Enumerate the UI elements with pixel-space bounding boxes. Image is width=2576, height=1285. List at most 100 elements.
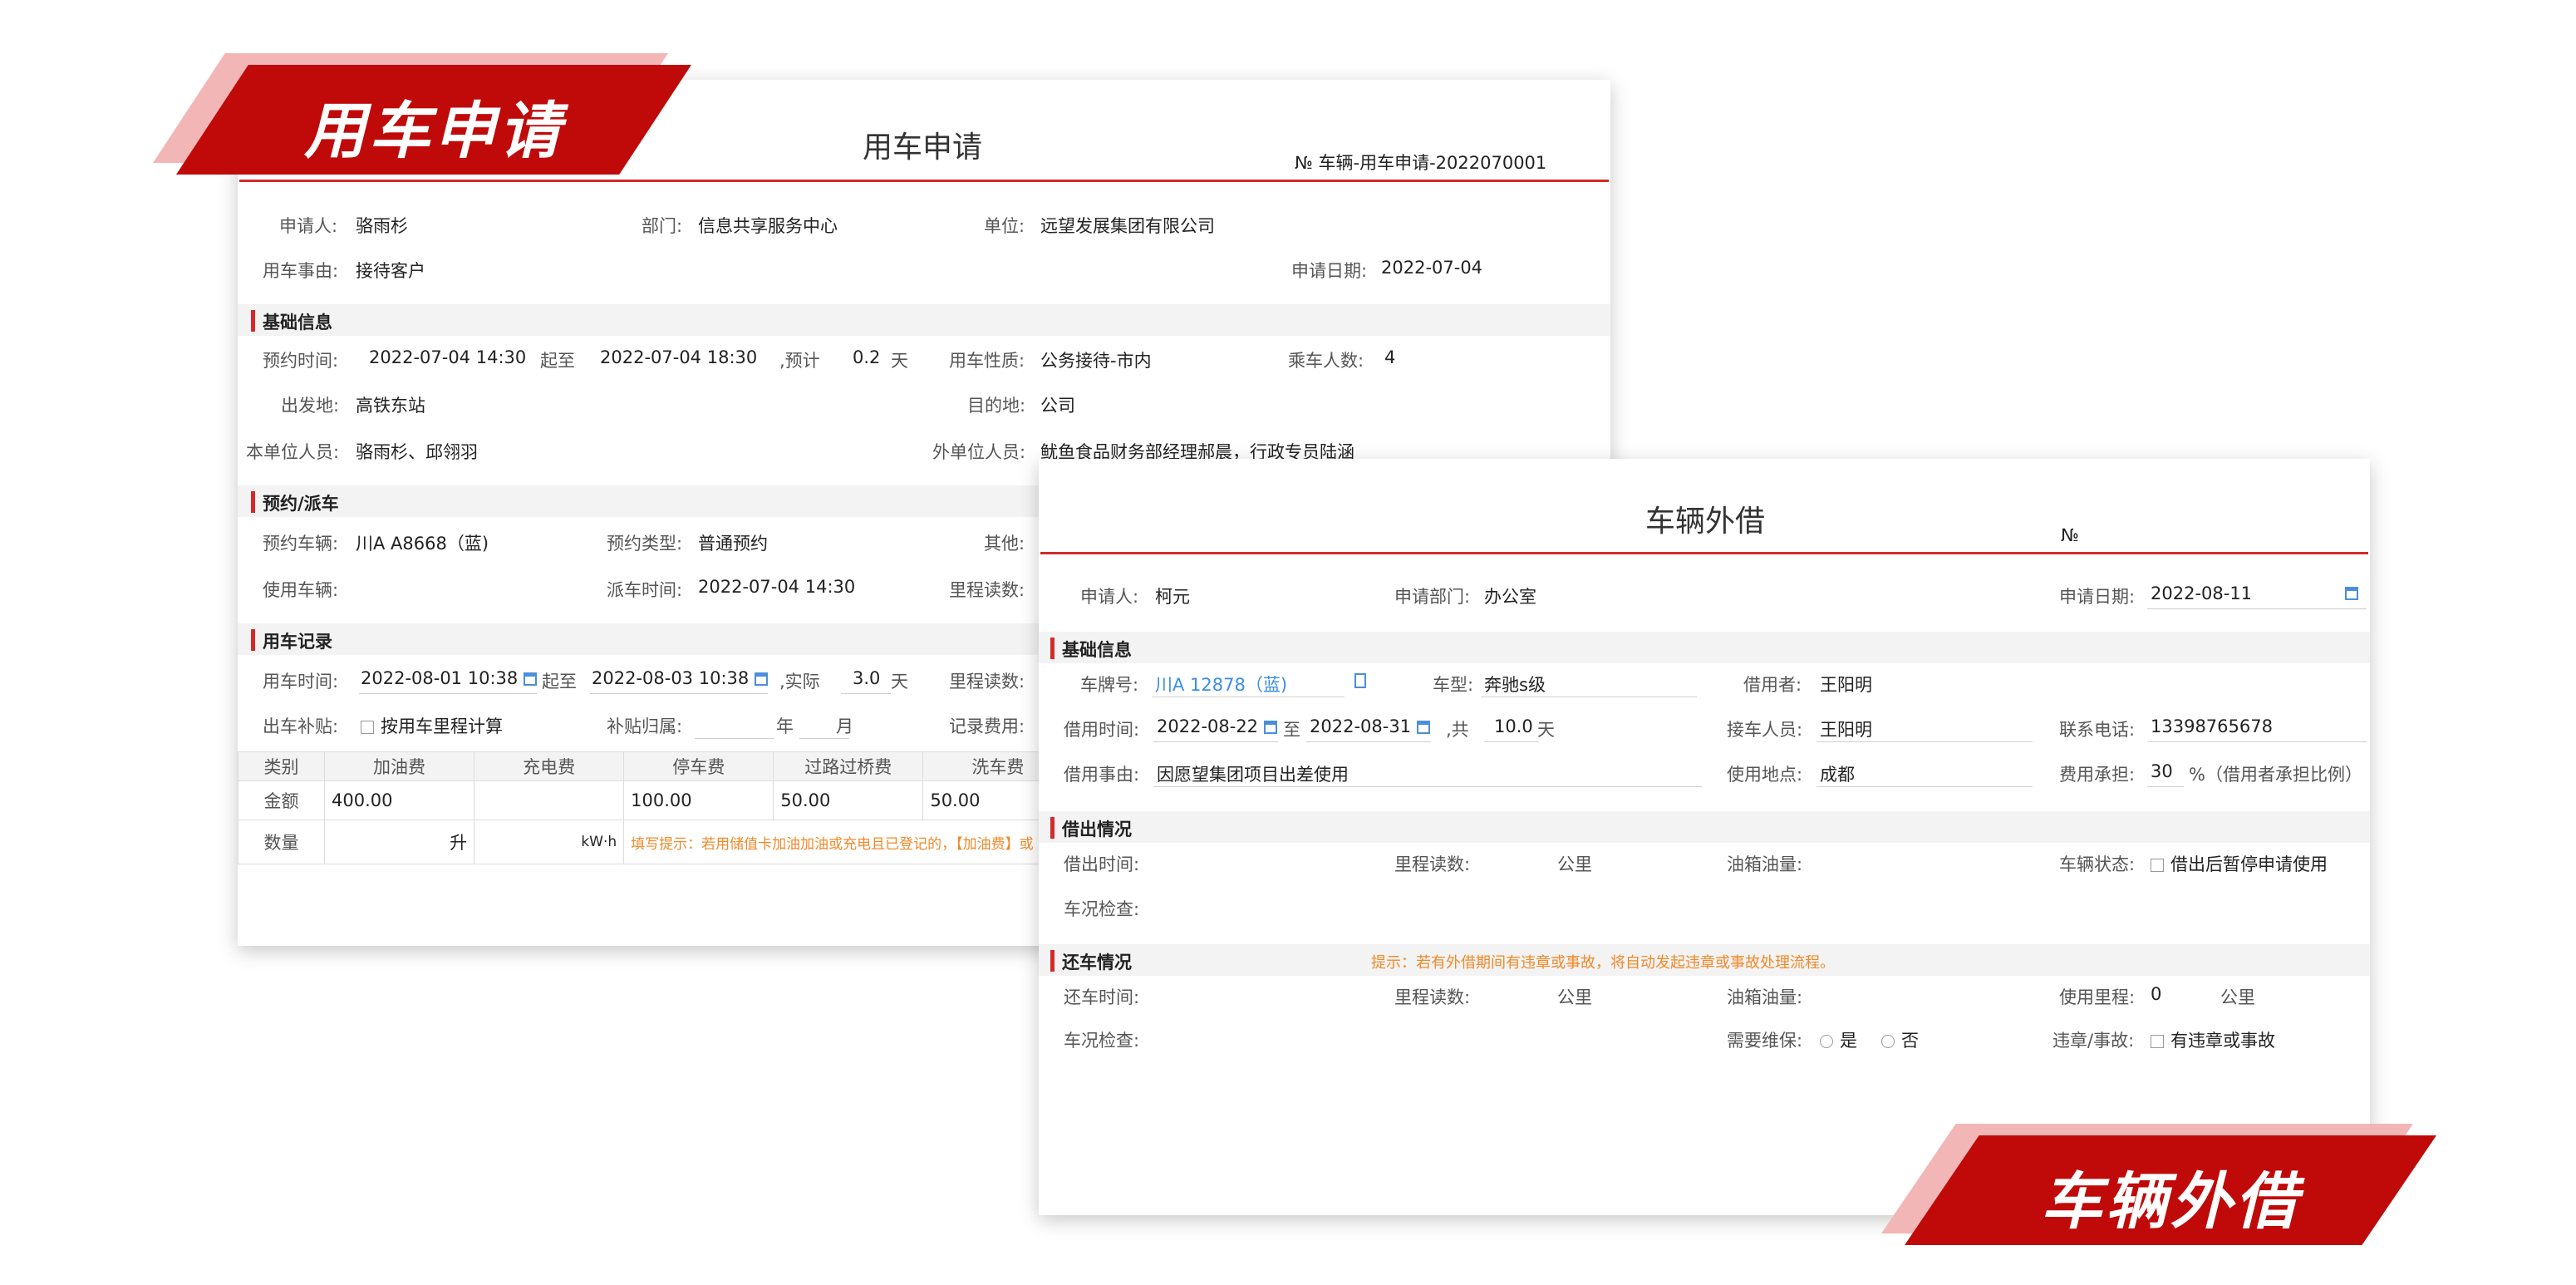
dispatch-time-value[interactable]: 2022-07-04 14:30 [698,577,855,597]
radio-icon[interactable] [1881,1035,1895,1048]
input-underline [1816,741,2033,742]
nature-value[interactable]: 公务接待-市内 [1040,347,1152,372]
apply-date-value[interactable]: 2022-08-11 [2151,583,2252,603]
use-end-input[interactable]: 2022-08-03 10:38 [592,668,768,688]
section-basic-info: 基础信息 [1050,637,1132,662]
unit-liter: 升 [450,833,468,853]
lend-mileage-label: 里程读数: [1394,854,1471,874]
km-unit-3: 公里 [2220,987,2255,1007]
use-start-text: 2022-08-01 10:38 [361,668,519,688]
dest-value[interactable]: 公司 [1040,392,1075,417]
input-underline [1484,741,1539,742]
form-title: 车辆外借 [1645,505,1766,539]
receiver-value[interactable]: 王阳明 [1820,716,1872,741]
reason-label: 用车事由: [263,261,339,281]
fuel-fee-input[interactable]: 400.00 [324,780,475,820]
phone-value[interactable]: 13398765678 [2151,716,2273,736]
violation-check-text: 有违章或事故 [2170,1031,2275,1051]
from-to-text-2: 起至 [542,672,577,692]
charge-fee-input[interactable] [474,780,625,820]
maintenance-yes-radio[interactable]: 是 [1820,1027,1857,1052]
calendar-icon[interactable] [1263,721,1277,734]
dispatch-time-label: 派车时间: [607,580,683,600]
input-underline [359,693,537,694]
borrower-value[interactable]: 王阳明 [1820,672,1872,697]
month-input[interactable] [799,738,849,739]
use-time-label: 用车时间: [263,672,339,692]
purpose-label: 借用事由: [1064,765,1140,785]
input-underline [1306,741,1431,742]
year-input[interactable] [695,738,774,739]
subsidy-owner-label: 补贴归属: [607,716,683,736]
depart-label: 出发地: [281,396,340,416]
checkbox-icon[interactable] [2151,1035,2164,1048]
actual-text: ,实际 [779,672,820,692]
maintenance-no-radio[interactable]: 否 [1881,1027,1919,1052]
input-underline [2147,786,2184,787]
section-return: 还车情况 [1050,949,1132,974]
ribbon-label: 用车申请 [304,96,563,167]
document-number: № 车辆-用车申请-2022070001 [1295,153,1547,173]
radio-icon[interactable] [1820,1035,1833,1048]
estimate-text: ,预计 [779,351,820,371]
reason-value: 接待客户 [356,261,425,281]
borrow-end-text: 2022-08-31 [1310,716,1412,736]
km-unit: 公里 [1557,854,1592,874]
model-value[interactable]: 奔驰s级 [1484,672,1546,697]
ribbon-vehicle-request: 用车申请 [153,53,691,175]
ribbon-vehicle-lend: 车辆外借 [1881,1124,2436,1245]
cost-value[interactable]: 30 [2151,761,2173,781]
checkbox-icon[interactable] [2151,859,2164,872]
input-underline [1816,786,2033,787]
day-unit: 天 [891,351,908,371]
calendar-icon[interactable] [754,672,768,686]
document-number: № [2061,525,2079,545]
total-days-input[interactable]: 10.0 [1494,716,1533,736]
actual-days-input[interactable]: 3.0 [853,668,880,688]
purpose-value[interactable]: 因愿望集团项目出差使用 [1157,761,1349,786]
section-basic-info: 基础信息 [251,309,332,334]
dept-value: 信息共享服务中心 [698,216,838,236]
charge-qty-input[interactable]: kW·h [474,820,625,864]
calendar-icon[interactable] [523,672,537,686]
plate-value[interactable]: 川A 12878（蓝) [1155,672,1287,697]
plate-label: 车牌号: [1080,675,1139,695]
section-bar-basic [238,304,1610,336]
mileage-label-2: 里程读数: [949,672,1025,692]
book-end-input[interactable]: 2022-07-04 18:30 [600,347,757,367]
use-start-input[interactable]: 2022-08-01 10:38 [361,668,537,688]
status-checkbox[interactable]: 借出后暂停申请使用 [2151,851,2328,876]
book-start-input[interactable]: 2022-07-04 14:30 [369,347,526,367]
checkbox-icon[interactable] [361,721,374,734]
violation-checkbox[interactable]: 有违章或事故 [2151,1027,2275,1052]
estimate-days-input[interactable]: 0.2 [853,347,880,367]
fee-header: 停车费 [623,751,774,781]
title-divider [1040,552,2368,554]
used-mileage-value: 0 [2151,984,2162,1004]
section-booking: 预约/派车 [251,490,339,515]
borrow-end-input[interactable]: 2022-08-31 [1310,716,1430,736]
input-underline [590,693,768,694]
calendar-icon[interactable] [1416,721,1430,734]
select-vehicle-icon[interactable] [1354,673,1366,688]
book-vehicle-value[interactable]: 川A A8668（蓝) [356,530,489,555]
passengers-label: 乘车人数: [1288,351,1364,371]
subsidy-checkbox[interactable]: 按用车里程计算 [361,713,503,738]
passengers-value[interactable]: 4 [1384,347,1395,367]
model-label: 车型: [1433,675,1474,695]
fuel-qty-input[interactable]: 升 [324,820,475,864]
borrow-start-input[interactable]: 2022-08-22 [1157,716,1277,736]
book-type-value[interactable]: 普通预约 [698,530,768,555]
fuel-label: 油箱油量: [1727,854,1803,874]
apply-date-label: 申请日期: [1291,261,1368,281]
title-divider [239,180,1609,182]
applicant-value: 柯元 [1155,587,1190,607]
internal-staff-value[interactable]: 骆雨杉、邱翎羽 [356,439,478,464]
book-time-label: 预约时间: [263,351,339,371]
calendar-icon[interactable] [2345,587,2358,600]
phone-label: 联系电话: [2059,720,2136,740]
toll-fee-input[interactable]: 50.00 [773,780,924,820]
location-value[interactable]: 成都 [1820,761,1855,786]
parking-fee-input[interactable]: 100.00 [623,780,774,820]
depart-value[interactable]: 高铁东站 [356,392,425,417]
